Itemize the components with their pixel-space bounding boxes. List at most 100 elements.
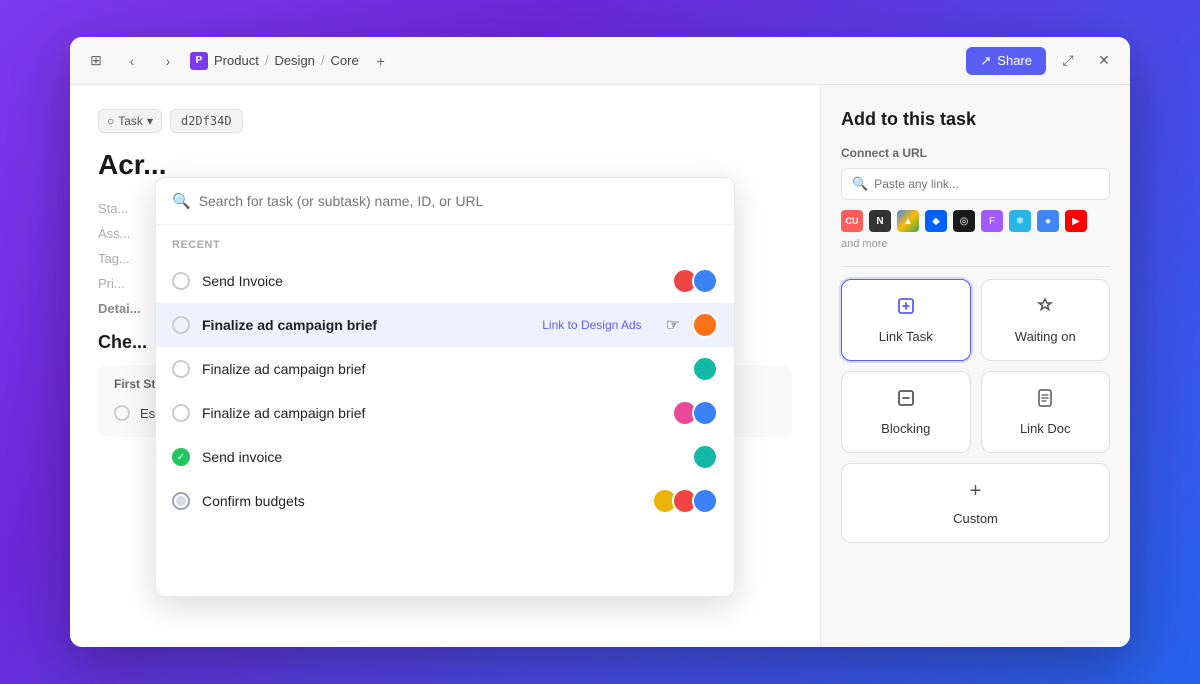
avatar — [692, 400, 718, 426]
list-item[interactable]: Confirm budgets — [156, 479, 734, 523]
dropbox-app-icon[interactable]: ◆ — [925, 210, 947, 232]
share-button[interactable]: ↗ Share — [966, 47, 1046, 75]
avatar-group — [672, 400, 718, 426]
figma-app-icon[interactable]: F — [981, 210, 1003, 232]
link-doc-icon — [1035, 388, 1055, 413]
search-row: 🔍 — [156, 178, 734, 225]
clickup-app-icon[interactable]: CU — [841, 210, 863, 232]
link-task-icon — [896, 296, 916, 321]
waiting-on-card[interactable]: Waiting on — [981, 279, 1111, 361]
blocking-label: Blocking — [881, 421, 930, 436]
item-name: Confirm budgets — [202, 493, 640, 509]
breadcrumb: P Product / Design / Core — [190, 52, 359, 70]
avatar — [692, 488, 718, 514]
search-input[interactable] — [199, 193, 718, 209]
left-panel: ○ Task ▾ d2Df34D Acr... Sta... Ass... Ta… — [70, 85, 820, 647]
snowflake-app-icon[interactable]: ❄ — [1009, 210, 1031, 232]
url-input[interactable] — [874, 177, 1099, 191]
avatar-group — [692, 444, 718, 470]
task-meta: ○ Task ▾ d2Df34D — [98, 109, 792, 133]
waiting-on-label: Waiting on — [1015, 329, 1076, 344]
item-name: Send invoice — [202, 449, 680, 465]
breadcrumb-sep-2: / — [321, 53, 325, 68]
share-label: Share — [997, 53, 1032, 68]
panel-title: Add to this task — [841, 109, 1110, 130]
github-app-icon[interactable]: ◎ — [953, 210, 975, 232]
search-icon: 🔍 — [172, 192, 191, 210]
avatar — [692, 444, 718, 470]
titlebar-left: ⊞ ‹ › P Product / Design / Core + — [82, 47, 395, 75]
link-task-card[interactable]: Link Task — [841, 279, 971, 361]
item-name: Send Invoice — [202, 273, 660, 289]
item-name: Finalize ad campaign brief — [202, 361, 680, 377]
avatar — [692, 312, 718, 338]
item-status-icon: ✓ — [172, 448, 190, 466]
search-icon: 🔍 — [852, 176, 868, 192]
avatar-group — [692, 312, 718, 338]
divider — [841, 266, 1110, 267]
sidebar-toggle-button[interactable]: ⊞ — [82, 47, 110, 75]
link-task-label: Link Task — [879, 329, 933, 344]
list-item[interactable]: Finalize ad campaign brief Link to Desig… — [156, 303, 734, 347]
avatar-group — [692, 356, 718, 382]
breadcrumb-design[interactable]: Design — [274, 53, 314, 68]
item-status-icon — [172, 404, 190, 422]
connect-url-label: Connect a URL — [841, 146, 1110, 160]
search-dropdown: 🔍 Recent Send Invoice — [155, 177, 735, 597]
task-type-badge[interactable]: ○ Task ▾ — [98, 109, 162, 133]
search-dropdown-overlay: 🔍 Recent Send Invoice — [70, 177, 820, 647]
item-status-icon — [172, 492, 190, 510]
list-item[interactable]: Finalize ad campaign brief — [156, 391, 734, 435]
chevron-down-icon: ▾ — [147, 114, 153, 128]
link-badge: Link to Design Ads — [534, 315, 649, 335]
breadcrumb-core[interactable]: Core — [331, 53, 359, 68]
nav-forward-button[interactable]: › — [154, 47, 182, 75]
app-window: ⊞ ‹ › P Product / Design / Core + ↗ Shar… — [70, 37, 1130, 647]
titlebar: ⊞ ‹ › P Product / Design / Core + ↗ Shar… — [70, 37, 1130, 85]
url-input-row: 🔍 — [841, 168, 1110, 200]
task-icon: ○ — [107, 114, 114, 128]
waiting-on-icon — [1035, 296, 1055, 321]
list-item[interactable]: ✓ Send invoice — [156, 435, 734, 479]
notion-app-icon[interactable]: N — [869, 210, 891, 232]
section-recent-label: Recent — [156, 235, 734, 259]
titlebar-right: ↗ Share ⤢ ✕ — [966, 47, 1118, 75]
custom-card[interactable]: + Custom — [841, 463, 1110, 543]
expand-button[interactable]: ⤢ — [1054, 47, 1082, 75]
avatar — [692, 356, 718, 382]
blocking-card[interactable]: Blocking — [841, 371, 971, 453]
app-icons-row: CU N ▲ ◆ ◎ F ❄ ● ▶ and more — [841, 210, 1110, 250]
more-apps-label: and more — [841, 238, 887, 250]
item-status-icon — [172, 272, 190, 290]
task-id-badge: d2Df34D — [170, 109, 243, 133]
avatar-group — [672, 268, 718, 294]
cursor-icon: ☞ — [666, 315, 680, 335]
custom-label: Custom — [953, 511, 998, 526]
dropdown-section: Recent Send Invoice — [156, 225, 734, 533]
task-type-label: Task — [118, 114, 143, 128]
item-status-icon — [172, 316, 190, 334]
blocking-icon — [896, 388, 916, 413]
project-icon: P — [190, 52, 208, 70]
custom-icon: + — [970, 480, 982, 503]
avatar-group — [652, 488, 718, 514]
link-doc-label: Link Doc — [1020, 421, 1071, 436]
right-panel: Add to this task Connect a URL 🔍 CU N ▲ … — [820, 85, 1130, 647]
chrome-app-icon[interactable]: ● — [1037, 210, 1059, 232]
link-doc-card[interactable]: Link Doc — [981, 371, 1111, 453]
share-icon: ↗ — [980, 53, 991, 69]
main-content: ○ Task ▾ d2Df34D Acr... Sta... Ass... Ta… — [70, 85, 1130, 647]
action-grid: Link Task Waiting on — [841, 279, 1110, 543]
add-tab-button[interactable]: + — [367, 47, 395, 75]
close-button[interactable]: ✕ — [1090, 47, 1118, 75]
list-item[interactable]: Send Invoice — [156, 259, 734, 303]
item-status-icon — [172, 360, 190, 378]
item-name: Finalize ad campaign brief — [202, 405, 660, 421]
nav-back-button[interactable]: ‹ — [118, 47, 146, 75]
breadcrumb-product[interactable]: Product — [214, 53, 259, 68]
list-item[interactable]: Finalize ad campaign brief — [156, 347, 734, 391]
avatar — [692, 268, 718, 294]
youtube-app-icon[interactable]: ▶ — [1065, 210, 1087, 232]
item-name: Finalize ad campaign brief — [202, 317, 522, 333]
drive-app-icon[interactable]: ▲ — [897, 210, 919, 232]
